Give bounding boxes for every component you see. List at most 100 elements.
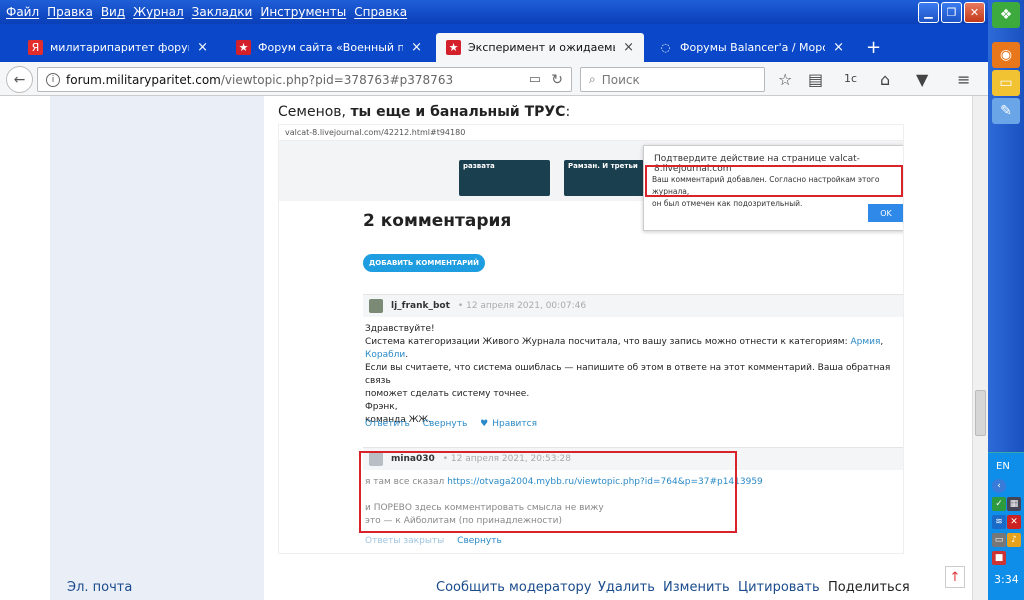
comment-actions: Ответить Свернуть ♥ Нравится xyxy=(365,419,547,429)
taskbar: ❖ ◉ ▭ ✎ EN ‹ ✓ ▦ ≋ ✕ ▭ ♪ ■ 3:34 xyxy=(988,0,1024,600)
start-button[interactable]: ❖ xyxy=(992,2,1020,28)
menu-bar: Файл Правка Вид Журнал Закладки Инструме… xyxy=(0,0,988,24)
tab-label: Форумы Balancer'а / Морской xyxy=(680,41,825,54)
page-content: Семенов, ты еще и банальный ТРУС: valcat… xyxy=(0,96,988,600)
firefox-icon[interactable]: ◉ xyxy=(992,42,1020,68)
tab-label: милитарипаритет форум — ... xyxy=(50,41,189,54)
delete-link[interactable]: Удалить xyxy=(598,580,655,595)
nav-bar: ← i forum.militaryparitet.com/viewtopic.… xyxy=(0,62,988,96)
menu-history[interactable]: Журнал xyxy=(133,5,184,19)
back-button[interactable]: ← xyxy=(6,66,33,93)
tab-experiment[interactable]: ★ Эксперимент и ожидаемые ... × xyxy=(436,33,644,62)
category-link[interactable]: Армия xyxy=(850,337,880,347)
add-comment-button[interactable]: ДОБАВИТЬ КОММЕНТАРИЙ xyxy=(363,254,485,272)
page-scrollbar[interactable] xyxy=(972,96,988,600)
embedded-screenshot: valcat-8.livejournal.com/42212.html#t941… xyxy=(278,124,904,554)
menu-file[interactable]: Файл xyxy=(6,5,39,19)
share-link[interactable]: Поделиться xyxy=(828,580,910,595)
windows-logo-icon: ❖ xyxy=(999,7,1013,23)
tab-forum-site[interactable]: ★ Форум сайта «Военный пар... × xyxy=(226,33,432,62)
network-icon[interactable]: ▦ xyxy=(1007,497,1021,511)
yandex-icon: Я xyxy=(28,40,43,55)
comment-author[interactable]: lj_frank_bot xyxy=(391,301,450,311)
highlight-box xyxy=(645,165,903,197)
minimize-button[interactable]: ▁ xyxy=(918,2,939,23)
menu-edit[interactable]: Правка xyxy=(47,5,93,19)
tab-balancer-forums[interactable]: ◌ Форумы Balancer'а / Морской × xyxy=(648,33,854,62)
tab-bar: Я милитарипаритет форум — ... × ★ Форум … xyxy=(0,24,988,62)
close-window-button[interactable]: ✕ xyxy=(964,2,985,23)
quote-link[interactable]: Цитировать xyxy=(738,580,820,595)
search-icon: ⌕ xyxy=(589,72,596,86)
menu-bookmarks[interactable]: Закладки xyxy=(192,5,253,19)
language-indicator[interactable]: EN xyxy=(996,461,1010,472)
category-link[interactable]: Корабли xyxy=(365,350,405,360)
menu-hamburger-icon[interactable]: ≡ xyxy=(957,70,970,89)
collapse-link[interactable]: Свернуть xyxy=(457,536,502,546)
app-tray-icon[interactable]: ■ xyxy=(992,551,1006,565)
star-icon: ★ xyxy=(446,40,461,55)
edit-link[interactable]: Изменить xyxy=(663,580,730,595)
bookmark-star-icon[interactable]: ☆ xyxy=(778,70,792,89)
system-tray: EN ‹ ✓ ▦ ≋ ✕ ▭ ♪ ■ 3:34 xyxy=(988,452,1024,600)
monitor-icon[interactable]: ▭ xyxy=(992,533,1006,547)
close-tab-icon[interactable]: × xyxy=(411,40,422,55)
comments-count: 2 комментария xyxy=(363,211,512,231)
close-tab-icon[interactable]: × xyxy=(833,40,844,55)
comment-actions: Ответы закрыты Свернуть xyxy=(365,536,512,546)
shield-icon[interactable]: ✓ xyxy=(992,497,1006,511)
url-bar[interactable]: i forum.militaryparitet.com/viewtopic.ph… xyxy=(37,67,572,92)
balancer-icon: ◌ xyxy=(660,41,671,54)
onec-icon[interactable]: 1c xyxy=(844,72,857,85)
tab-militaryparitet-yandex[interactable]: Я милитарипаритет форум — ... × xyxy=(18,33,218,62)
reply-link[interactable]: Ответить xyxy=(365,419,410,429)
close-tab-icon[interactable]: × xyxy=(197,40,208,55)
highlight-box xyxy=(359,451,737,533)
screenshot-address: valcat-8.livejournal.com/42212.html#t941… xyxy=(279,125,903,141)
menu-view[interactable]: Вид xyxy=(101,5,125,19)
security-alert-icon[interactable]: ✕ xyxy=(1007,515,1021,529)
volume-icon[interactable]: ♪ xyxy=(1007,533,1021,547)
new-tab-button[interactable]: + xyxy=(858,33,888,62)
reader-view-icon[interactable]: ▭ xyxy=(529,72,541,87)
maximize-button[interactable]: ❐ xyxy=(941,2,962,23)
report-moderator-link[interactable]: Сообщить модератору xyxy=(436,580,592,595)
tab-label: Эксперимент и ожидаемые ... xyxy=(468,41,615,54)
article-card: Рамзан. И третьи xyxy=(564,160,644,196)
scrollbar-thumb[interactable] xyxy=(975,390,986,436)
comment-date: • 12 апреля 2021, 00:07:46 xyxy=(457,301,587,311)
clock[interactable]: 3:34 xyxy=(994,573,1019,586)
pocket-icon[interactable]: ▼ xyxy=(916,70,928,89)
wifi-icon[interactable]: ≋ xyxy=(992,515,1006,529)
close-tab-icon[interactable]: × xyxy=(623,40,634,55)
email-link[interactable]: Эл. почта xyxy=(67,580,132,595)
scroll-top-button[interactable]: ↑ xyxy=(945,566,965,588)
avatar xyxy=(369,299,383,313)
app-icon[interactable]: ✎ xyxy=(992,98,1020,124)
article-card: развата xyxy=(459,160,550,196)
folder-icon[interactable]: ▭ xyxy=(992,70,1020,96)
reload-icon[interactable]: ↻ xyxy=(551,72,563,88)
tab-label: Форум сайта «Военный пар... xyxy=(258,41,404,54)
like-link[interactable]: Нравится xyxy=(492,419,537,429)
search-input[interactable]: ⌕ Поиск xyxy=(580,67,765,92)
post-heading: Семенов, ты еще и банальный ТРУС: xyxy=(278,104,571,120)
arrow-left-icon[interactable]: ‹ xyxy=(992,479,1006,493)
info-icon[interactable]: i xyxy=(46,72,60,87)
comment-body: Здравствуйте! Система категоризации Живо… xyxy=(365,324,891,425)
collapse-link[interactable]: Свернуть xyxy=(423,419,468,429)
url-text: forum.militaryparitet.com/viewtopic.php?… xyxy=(66,72,454,87)
home-icon[interactable]: ⌂ xyxy=(880,70,890,89)
clipboard-icon[interactable]: ▤ xyxy=(808,70,823,89)
menu-help[interactable]: Справка xyxy=(354,5,407,19)
menu-tools[interactable]: Инструменты xyxy=(260,5,346,19)
comment-item: lj_frank_bot • 12 апреля 2021, 00:07:46 … xyxy=(363,294,903,436)
heart-icon[interactable]: ♥ xyxy=(480,419,488,429)
star-icon: ★ xyxy=(236,40,251,55)
post-author-column xyxy=(50,96,264,600)
back-arrow-icon: ← xyxy=(13,71,26,88)
arrow-up-icon: ↑ xyxy=(949,569,961,585)
replies-closed-label: Ответы закрыты xyxy=(365,536,445,546)
ok-button[interactable]: OK xyxy=(868,204,903,222)
comment-header: lj_frank_bot • 12 апреля 2021, 00:07:46 xyxy=(363,295,903,317)
